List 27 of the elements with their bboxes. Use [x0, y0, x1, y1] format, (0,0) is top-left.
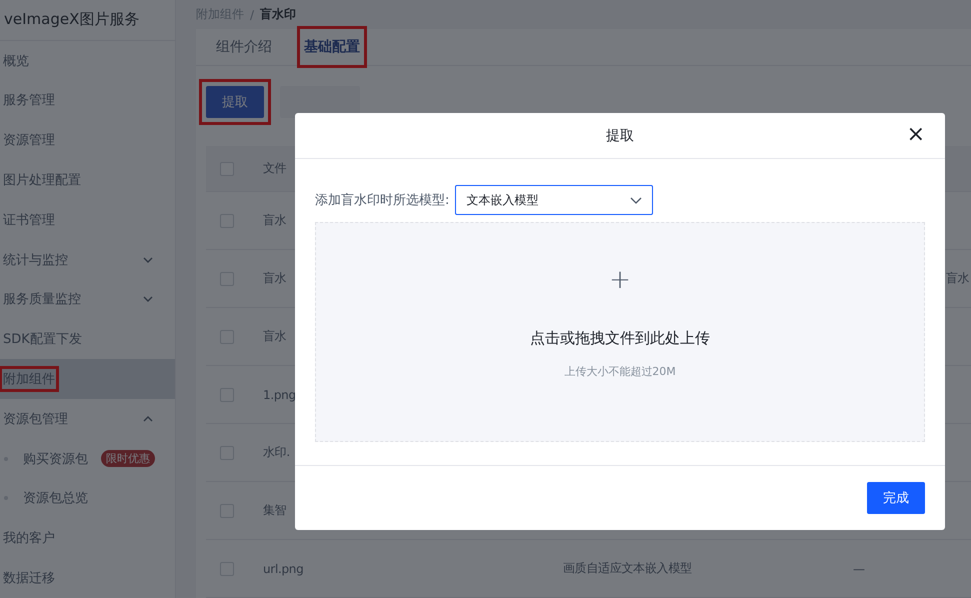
- table-cell: 盲水: [263, 270, 286, 287]
- table-cell: 画质自适应文本嵌入模型: [563, 560, 692, 577]
- field-label: 添加盲水印时所选模型:: [315, 192, 450, 209]
- table-cell: 水印.: [263, 444, 290, 461]
- extract-button[interactable]: 提取: [206, 86, 264, 118]
- close-button[interactable]: ×: [902, 123, 929, 147]
- tab[interactable]: 组件介绍: [212, 29, 276, 65]
- done-button[interactable]: 完成: [867, 482, 925, 514]
- breadcrumb-separator: /: [250, 8, 254, 22]
- plus-icon: +: [609, 265, 631, 295]
- table-cell: —: [853, 562, 865, 576]
- breadcrumb-item: 盲水印: [260, 6, 296, 23]
- table-cell: 1.png: [263, 388, 296, 402]
- dialog-title: 提取: [606, 126, 634, 144]
- table-cell: 集智: [263, 502, 286, 519]
- upload-text: 点击或拖拽文件到此处上传: [530, 329, 710, 348]
- table-cell: 盲水: [946, 270, 970, 287]
- table-cell: url.png: [263, 562, 304, 576]
- table-cell: 盲水: [263, 212, 286, 229]
- table-cell: 文件: [263, 160, 286, 177]
- chevron-down-icon: [630, 196, 642, 204]
- promo-badge: 限时优惠: [101, 450, 155, 468]
- tab[interactable]: 基础配置: [300, 29, 364, 65]
- upload-area[interactable]: + 点击或拖拽文件到此处上传 上传大小不能超过20M: [315, 222, 925, 442]
- model-select[interactable]: 文本嵌入模型: [455, 185, 654, 215]
- upload-hint: 上传大小不能超过20M: [564, 364, 676, 379]
- table-cell: 盲水: [263, 328, 286, 345]
